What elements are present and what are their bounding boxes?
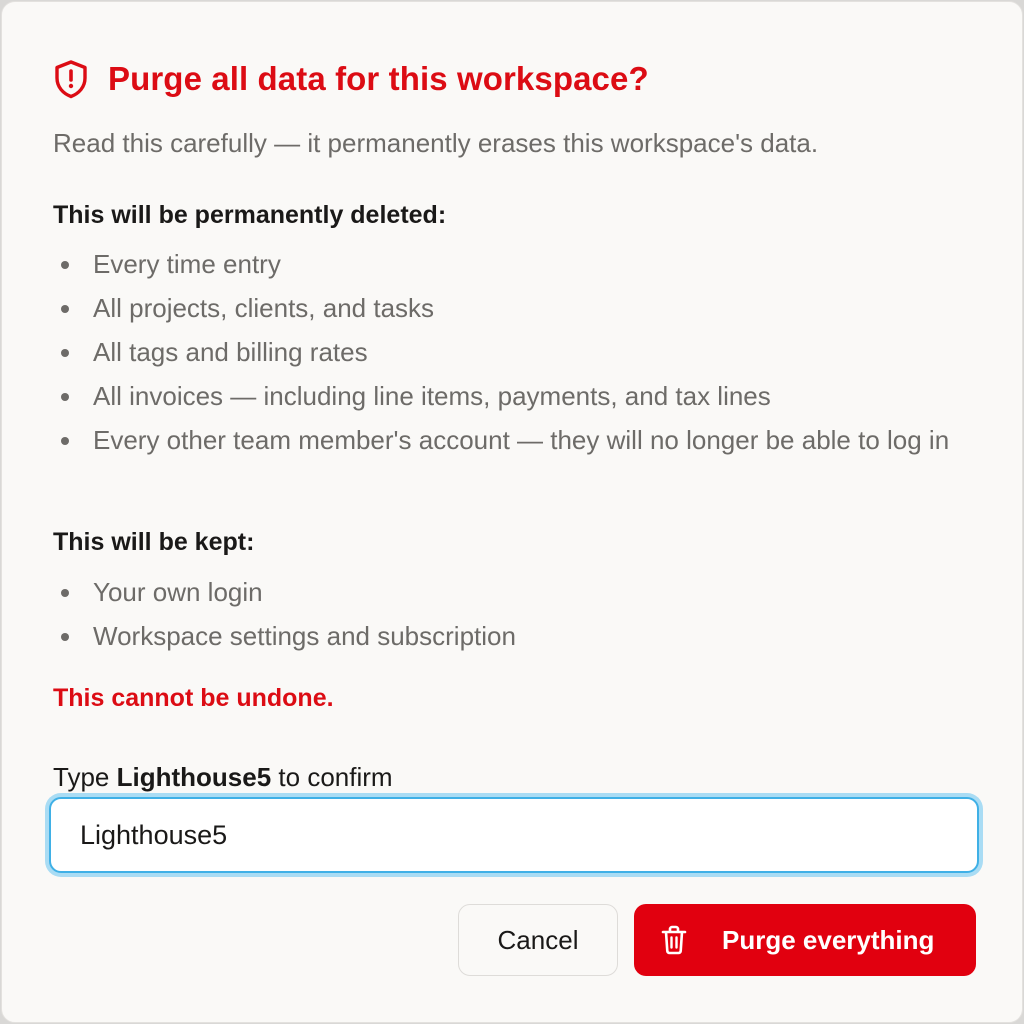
shield-alert-icon	[53, 59, 89, 99]
deleted-item: All tags and billing rates	[53, 332, 983, 372]
deleted-item: Every time entry	[53, 244, 983, 284]
dialog-header: Purge all data for this workspace?	[53, 59, 649, 99]
kept-item: Workspace settings and subscription	[53, 616, 983, 656]
dialog-subtitle: Read this carefully — it permanently era…	[53, 128, 819, 158]
purge-button-label: Purge everything	[722, 924, 935, 955]
deleted-item: Every other team member's account — they…	[53, 420, 983, 460]
confirm-label-suffix: to confirm	[278, 762, 393, 792]
kept-list: Your own login Workspace settings and su…	[53, 572, 983, 660]
kept-item: Your own login	[53, 572, 983, 612]
purge-confirmation-dialog: Purge all data for this workspace? Read …	[1, 1, 1023, 1023]
confirm-keyword: Lighthouse5	[116, 762, 272, 792]
confirm-input[interactable]	[49, 797, 979, 873]
trash-icon	[659, 924, 689, 956]
deleted-item: All invoices — including line items, pay…	[53, 376, 983, 416]
irreversible-warning: This cannot be undone.	[53, 684, 334, 712]
dialog-title: Purge all data for this workspace?	[108, 60, 649, 97]
purge-everything-button[interactable]: Purge everything	[634, 904, 976, 976]
kept-heading: This will be kept:	[53, 528, 255, 556]
deleted-heading: This will be permanently deleted:	[53, 201, 447, 229]
deleted-list: Every time entry All projects, clients, …	[53, 244, 983, 464]
deleted-item: All projects, clients, and tasks	[53, 288, 983, 328]
confirm-label: Type Lighthouse5 to confirm	[53, 762, 393, 793]
cancel-button[interactable]: Cancel	[458, 904, 618, 976]
confirm-label-prefix: Type	[53, 762, 110, 792]
